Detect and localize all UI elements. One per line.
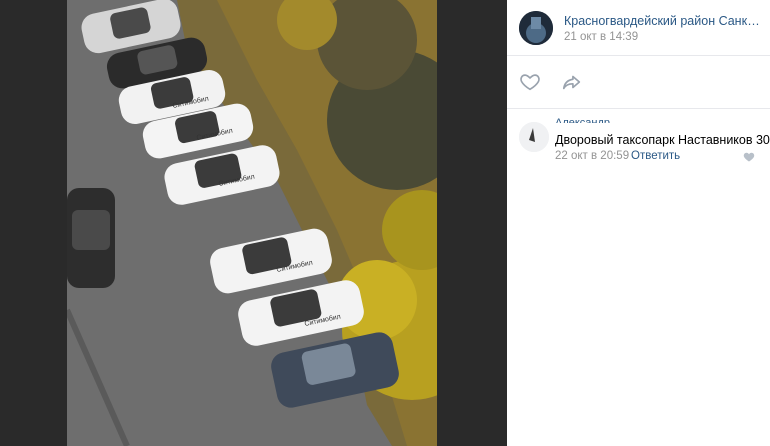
avatar-image <box>519 11 553 45</box>
comment-reply-link[interactable]: Ответить <box>631 150 680 162</box>
heart-icon[interactable] <box>519 71 541 93</box>
car-6 <box>210 228 332 294</box>
car-left <box>67 188 115 288</box>
post-actions <box>507 56 770 109</box>
post-sidebar: Красногвардейский район Санкт - ... 21 о… <box>507 0 770 446</box>
comment-author-name[interactable]: Александр ... <box>555 117 622 123</box>
photo-viewer: Ситимобил Ситимобил Ситимобил Ситимобил … <box>0 0 507 446</box>
post-header: Красногвардейский район Санкт - ... 21 о… <box>507 0 770 56</box>
heart-icon[interactable] <box>743 150 755 162</box>
comment-date[interactable]: 22 окт в 20:59 <box>555 150 629 162</box>
post-date[interactable]: 21 окт в 14:39 <box>564 31 638 43</box>
comment-author-avatar[interactable] <box>519 122 549 152</box>
group-name-link[interactable]: Красногвардейский район Санкт - ... <box>564 14 764 28</box>
comment-text: Дворовый таксопарк Наставников 30 <box>555 133 770 147</box>
photo-illustration: Ситимобил Ситимобил Ситимобил Ситимобил … <box>67 0 437 446</box>
group-avatar[interactable] <box>519 11 553 45</box>
post-photo[interactable]: Ситимобил Ситимобил Ситимобил Ситимобил … <box>67 0 437 446</box>
share-arrow-icon[interactable] <box>561 71 583 93</box>
